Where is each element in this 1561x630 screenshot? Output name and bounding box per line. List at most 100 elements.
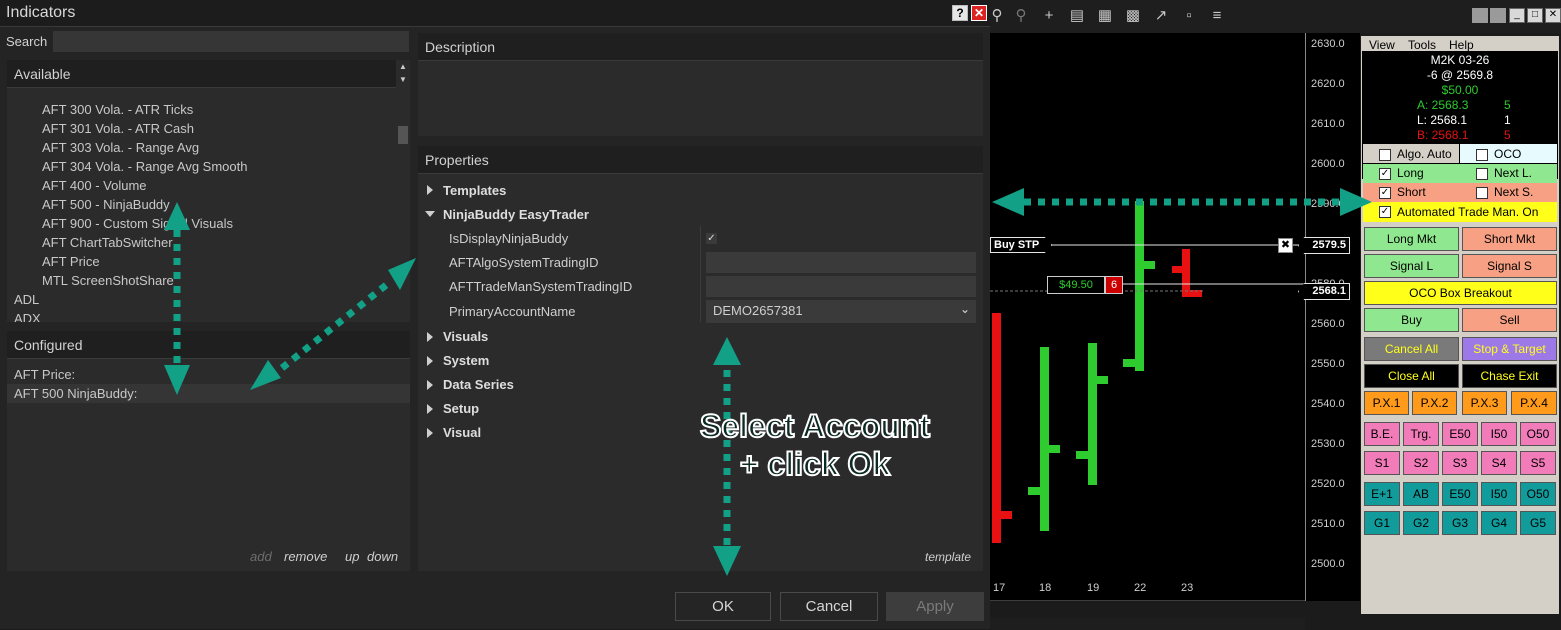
next-long-checkbox[interactable] [1476, 168, 1488, 180]
group-templates[interactable]: Templates [443, 183, 506, 198]
zoom-out-icon[interactable]: ⚲ [1012, 7, 1030, 25]
buy-stop-label[interactable]: Buy STP [990, 237, 1053, 253]
list-item[interactable]: AFT 400 - Volume [42, 178, 147, 193]
menu-tools[interactable]: Tools [1408, 38, 1436, 52]
next-short-checkbox[interactable] [1476, 187, 1488, 199]
g2-button[interactable]: G2 [1403, 511, 1439, 535]
chase-exit-button[interactable]: Chase Exit [1462, 364, 1557, 388]
signal-long-button[interactable]: Signal L [1364, 254, 1459, 278]
s2-button[interactable]: S2 [1403, 451, 1439, 475]
list-item[interactable]: ADX [14, 311, 41, 322]
remove-link[interactable]: remove [284, 549, 327, 564]
group-setup[interactable]: Setup [443, 401, 479, 416]
signal-short-button[interactable]: Signal S [1462, 254, 1557, 278]
close-all-button[interactable]: Close All [1364, 364, 1459, 388]
oco-breakout-button[interactable]: OCO Box Breakout [1364, 281, 1557, 305]
g1-button[interactable]: G1 [1364, 511, 1400, 535]
short-market-button[interactable]: Short Mkt [1462, 227, 1557, 251]
properties-icon[interactable]: ▤ [1068, 7, 1086, 25]
strategies-icon[interactable]: ▫ [1180, 7, 1198, 25]
cancel-button[interactable]: Cancel [780, 592, 878, 621]
long-checkbox[interactable]: ✓ [1379, 168, 1391, 180]
zoom-in-icon[interactable]: ⚲ [988, 7, 1006, 25]
cancel-order-icon[interactable]: ✖ [1278, 238, 1293, 253]
list-item[interactable]: MTL ScreenShotShare [42, 273, 174, 288]
down-link[interactable]: down [367, 549, 398, 564]
sell-button[interactable]: Sell [1462, 308, 1557, 332]
data-box-icon[interactable]: ▦ [1096, 7, 1114, 25]
ab-button[interactable]: AB [1403, 482, 1439, 506]
list-item[interactable]: AFT 900 - Custom Signal Visuals [42, 216, 233, 231]
list-item[interactable]: AFT 301 Vola. - ATR Cash [42, 121, 194, 136]
indicators-icon[interactable]: ↗ [1152, 7, 1170, 25]
configured-item-selected[interactable]: AFT 500 NinjaBuddy: [7, 384, 410, 403]
maximize-icon[interactable]: □ [1527, 8, 1543, 23]
oco-checkbox[interactable] [1476, 149, 1488, 161]
list-scroll-arrows[interactable]: ▲ ▼ [396, 60, 410, 88]
list-item[interactable]: ADL [14, 292, 39, 307]
cancel-all-button[interactable]: Cancel All [1364, 337, 1459, 361]
o50-button[interactable]: O50 [1520, 422, 1556, 446]
px1-button[interactable]: P.X.1 [1364, 391, 1409, 415]
px3-button[interactable]: P.X.3 [1462, 391, 1507, 415]
expand-icon[interactable] [427, 404, 433, 414]
o50-entry-button[interactable]: O50 [1520, 482, 1556, 506]
list-item[interactable]: AFT ChartTabSwitcher [42, 235, 173, 250]
menu-view[interactable]: View [1369, 38, 1395, 52]
bars-icon[interactable]: ▩ [1124, 7, 1142, 25]
breakeven-button[interactable]: B.E. [1364, 422, 1400, 446]
pnl-flag[interactable]: $49.50 [1047, 276, 1105, 294]
short-checkbox[interactable]: ✓ [1379, 187, 1391, 199]
account-select[interactable]: DEMO2657381 ⌄ [706, 300, 976, 323]
s3-button[interactable]: S3 [1442, 451, 1478, 475]
apply-button[interactable]: Apply [886, 592, 984, 621]
i50-entry-button[interactable]: I50 [1481, 482, 1517, 506]
window-icon[interactable] [1472, 8, 1488, 23]
window-icon[interactable] [1490, 8, 1506, 23]
px4-button[interactable]: P.X.4 [1511, 391, 1557, 415]
crosshair-icon[interactable]: + [1040, 7, 1058, 25]
s1-button[interactable]: S1 [1364, 451, 1400, 475]
g5-button[interactable]: G5 [1520, 511, 1556, 535]
e-plus-1-button[interactable]: E+1 [1364, 482, 1400, 506]
s4-button[interactable]: S4 [1481, 451, 1517, 475]
expand-icon[interactable] [427, 380, 433, 390]
position-qty[interactable]: 6 [1105, 276, 1123, 294]
available-scrollbar[interactable] [396, 88, 410, 322]
menu-help[interactable]: Help [1449, 38, 1474, 52]
e50-entry-button[interactable]: E50 [1442, 482, 1478, 506]
close-button[interactable]: ✕ [971, 5, 987, 21]
g4-button[interactable]: G4 [1481, 511, 1517, 535]
algo-auto-checkbox[interactable] [1379, 149, 1391, 161]
search-input[interactable] [53, 31, 409, 52]
template-link[interactable]: template [925, 550, 971, 564]
expand-icon[interactable] [427, 428, 433, 438]
s5-button[interactable]: S5 [1520, 451, 1556, 475]
long-market-button[interactable]: Long Mkt [1364, 227, 1459, 251]
list-icon[interactable]: ≡ [1208, 7, 1226, 25]
add-link[interactable]: add [250, 549, 272, 564]
list-item[interactable]: AFT Price [42, 254, 100, 269]
group-system[interactable]: System [443, 353, 489, 368]
algo-id-input[interactable] [706, 252, 976, 273]
buy-button[interactable]: Buy [1364, 308, 1459, 332]
trigger-button[interactable]: Trg. [1403, 422, 1439, 446]
expand-icon[interactable] [427, 185, 433, 195]
list-item[interactable]: AFT 500 - NinjaBuddy [42, 197, 170, 212]
help-button[interactable]: ? [952, 5, 968, 21]
trademan-id-input[interactable] [706, 276, 976, 297]
group-visuals[interactable]: Visuals [443, 329, 488, 344]
g3-button[interactable]: G3 [1442, 511, 1478, 535]
isdisplay-checkbox[interactable]: ✓ [706, 233, 717, 244]
configured-item[interactable]: AFT Price: [14, 367, 75, 382]
group-ninjabuddy[interactable]: NinjaBuddy EasyTrader [443, 207, 589, 222]
atm-checkbox[interactable]: ✓ [1379, 206, 1391, 218]
i50-button[interactable]: I50 [1481, 422, 1517, 446]
scrollbar-thumb[interactable] [398, 126, 408, 144]
chart-hscroll[interactable] [990, 618, 1305, 630]
list-item[interactable]: AFT 300 Vola. - ATR Ticks [42, 102, 193, 117]
up-link[interactable]: up [345, 549, 359, 564]
e50-button[interactable]: E50 [1442, 422, 1478, 446]
list-item[interactable]: AFT 304 Vola. - Range Avg Smooth [42, 159, 247, 174]
collapse-icon[interactable] [425, 211, 435, 217]
